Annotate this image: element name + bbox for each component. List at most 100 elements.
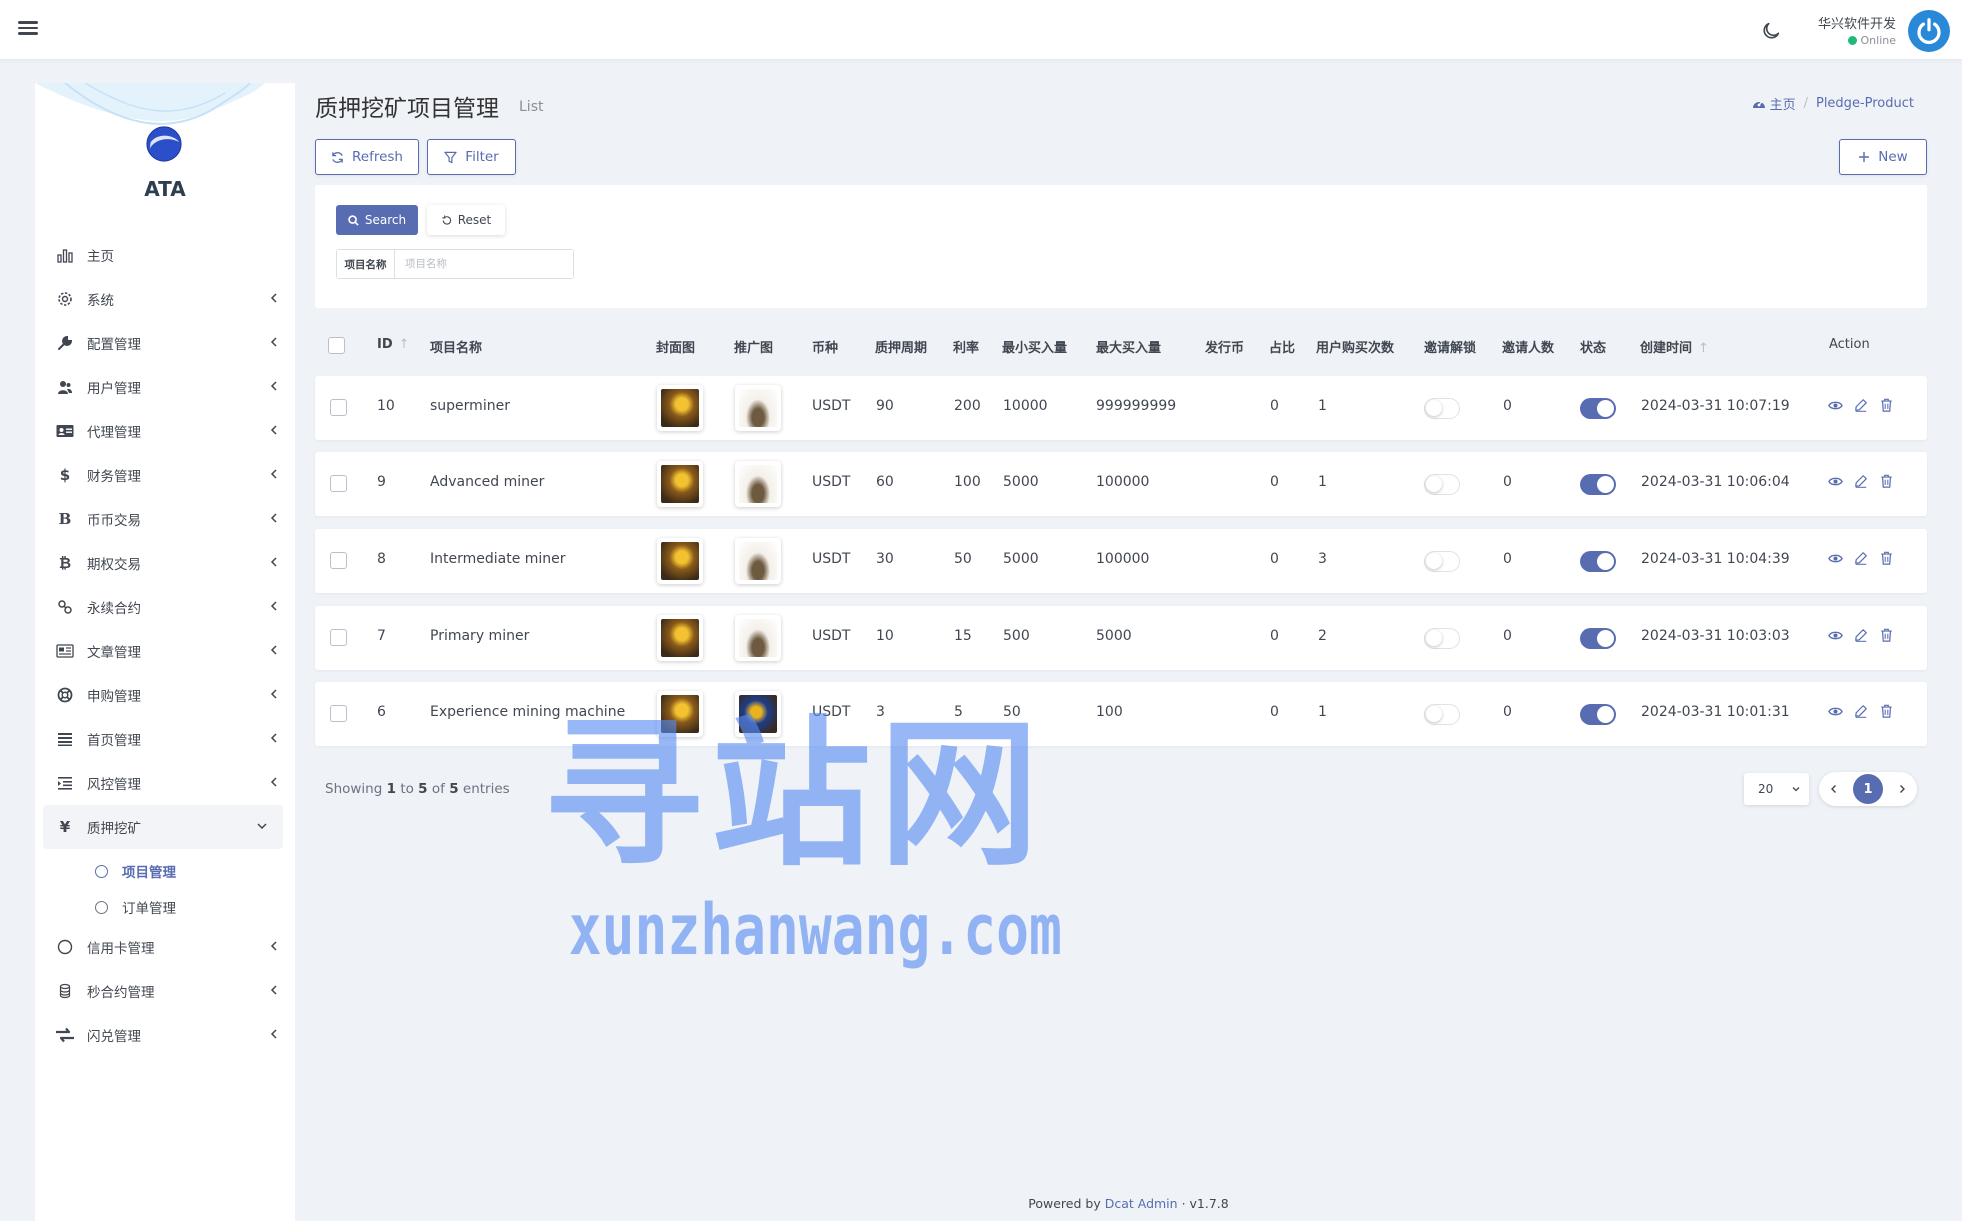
promo-image[interactable] — [735, 385, 781, 431]
promo-image[interactable] — [735, 691, 781, 737]
sidebar-item-label: 期权交易 — [87, 557, 141, 573]
sidebar-item-perpetual[interactable]: 永续合约 — [35, 585, 295, 629]
reset-button[interactable]: Reset — [427, 205, 505, 235]
cell-ratio: 0 — [1270, 474, 1279, 490]
bar-chart-icon — [55, 245, 75, 265]
sidebar-subitem-project-management[interactable]: 项目管理 — [35, 853, 295, 889]
status-toggle[interactable] — [1580, 628, 1616, 649]
row-checkbox[interactable] — [330, 399, 347, 416]
row-checkbox[interactable] — [330, 629, 347, 646]
chevron-left-icon — [270, 425, 277, 435]
cell-coin: USDT — [812, 704, 851, 720]
sidebar-item-spot-trading[interactable]: B 币币交易 — [35, 497, 295, 541]
status-toggle[interactable] — [1580, 474, 1616, 495]
view-eye-icon[interactable] — [1828, 551, 1844, 567]
cell-user-buys: 1 — [1318, 704, 1327, 720]
column-header-id[interactable]: ID ↑ — [377, 337, 410, 352]
invite-unlock-toggle[interactable] — [1424, 704, 1460, 725]
view-eye-icon[interactable] — [1828, 474, 1844, 490]
sort-arrow-icon[interactable]: ↑ — [1698, 341, 1709, 356]
view-eye-icon[interactable] — [1828, 628, 1844, 644]
edit-pencil-icon[interactable] — [1854, 551, 1870, 567]
sidebar-item-system[interactable]: 系统 — [35, 277, 295, 321]
sidebar-item-config[interactable]: 配置管理 — [35, 321, 295, 365]
search-icon — [348, 214, 359, 226]
invite-unlock-toggle[interactable] — [1424, 628, 1460, 649]
cell-period: 3 — [876, 704, 885, 720]
cell-max-buy: 100000 — [1096, 474, 1150, 490]
delete-trash-icon[interactable] — [1880, 474, 1896, 490]
cell-name: Primary miner — [430, 628, 530, 644]
delete-trash-icon[interactable] — [1880, 628, 1896, 644]
promo-image[interactable] — [735, 615, 781, 661]
sidebar-item-flash-exchange[interactable]: 闪兑管理 — [35, 1013, 295, 1057]
cover-image[interactable] — [657, 538, 703, 584]
sidebar-item-finance[interactable]: $ 财务管理 — [35, 453, 295, 497]
sidebar-item-credit-card[interactable]: 信用卡管理 — [35, 925, 295, 969]
outdent-icon — [55, 773, 75, 793]
invite-unlock-toggle[interactable] — [1424, 398, 1460, 419]
column-header-created[interactable]: 创建时间 ↑ — [1640, 337, 1709, 356]
sidebar-item-risk[interactable]: 风控管理 — [35, 761, 295, 805]
project-name-input[interactable] — [395, 250, 573, 278]
filter-button[interactable]: Filter — [427, 139, 516, 175]
dark-mode-moon-icon[interactable] — [1760, 20, 1782, 42]
sidebar-item-subscription[interactable]: 申购管理 — [35, 673, 295, 717]
cover-image[interactable] — [657, 691, 703, 737]
edit-pencil-icon[interactable] — [1854, 628, 1870, 644]
delete-trash-icon[interactable] — [1880, 704, 1896, 720]
select-all-checkbox[interactable] — [328, 337, 345, 354]
list-icon — [55, 729, 75, 749]
row-checkbox[interactable] — [330, 475, 347, 492]
sort-arrow-icon[interactable]: ↑ — [399, 337, 410, 352]
sidebar-item-label: 代理管理 — [87, 425, 141, 441]
yen-icon: ¥ — [59, 818, 71, 836]
delete-trash-icon[interactable] — [1880, 551, 1896, 567]
edit-pencil-icon[interactable] — [1854, 704, 1870, 720]
sidebar-item-articles[interactable]: 文章管理 — [35, 629, 295, 673]
sidebar-item-options[interactable]: ₿ 期权交易 — [35, 541, 295, 585]
sidebar-item-homepage[interactable]: 首页管理 — [35, 717, 295, 761]
view-eye-icon[interactable] — [1828, 398, 1844, 414]
next-page-button[interactable] — [1893, 780, 1911, 798]
invite-unlock-toggle[interactable] — [1424, 474, 1460, 495]
sidebar-item-home[interactable]: 主页 — [35, 233, 295, 277]
sidebar-item-agent[interactable]: 代理管理 — [35, 409, 295, 453]
row-checkbox[interactable] — [330, 705, 347, 722]
dcat-admin-link[interactable]: Dcat Admin — [1105, 1196, 1178, 1211]
avatar[interactable] — [1908, 10, 1950, 52]
refresh-button[interactable]: Refresh — [315, 139, 419, 175]
delete-trash-icon[interactable] — [1880, 398, 1896, 414]
view-eye-icon[interactable] — [1828, 704, 1844, 720]
new-button[interactable]: New — [1839, 139, 1927, 175]
sidebar-subitem-order-management[interactable]: 订单管理 — [35, 889, 295, 925]
table-row: 6 Experience mining machine USDT 3 5 50 100 0 1 0… — [315, 682, 1927, 746]
invite-unlock-toggle[interactable] — [1424, 551, 1460, 572]
status-toggle[interactable] — [1580, 704, 1616, 725]
page-button-current[interactable]: 1 — [1853, 774, 1883, 804]
sidebar-item-pledge-mining[interactable]: ¥ 质押挖矿 — [43, 805, 283, 849]
search-button[interactable]: Search — [336, 205, 418, 235]
breadcrumb-home-link[interactable]: 主页 — [1752, 94, 1796, 113]
cover-image[interactable] — [657, 615, 703, 661]
brand-logo-icon — [146, 126, 182, 162]
status-toggle[interactable] — [1580, 398, 1616, 419]
hamburger-menu-icon[interactable] — [18, 18, 38, 38]
sidebar-item-second-contract[interactable]: 秒合约管理 — [35, 969, 295, 1013]
sidebar-subitem-label: 订单管理 — [122, 901, 176, 917]
per-page-select[interactable]: 20 — [1744, 773, 1809, 805]
cell-min-buy: 5000 — [1003, 551, 1039, 567]
edit-pencil-icon[interactable] — [1854, 474, 1870, 490]
edit-pencil-icon[interactable] — [1854, 398, 1870, 414]
cover-image[interactable] — [657, 461, 703, 507]
promo-image[interactable] — [735, 538, 781, 584]
user-name[interactable]: 华兴软件开发 — [1818, 13, 1896, 32]
row-checkbox[interactable] — [330, 552, 347, 569]
promo-image[interactable] — [735, 461, 781, 507]
sidebar-item-users[interactable]: 用户管理 — [35, 365, 295, 409]
status-toggle[interactable] — [1580, 551, 1616, 572]
chevron-left-icon — [270, 381, 277, 391]
wrench-icon — [55, 333, 75, 353]
cover-image[interactable] — [657, 385, 703, 431]
prev-page-button[interactable] — [1825, 780, 1843, 798]
